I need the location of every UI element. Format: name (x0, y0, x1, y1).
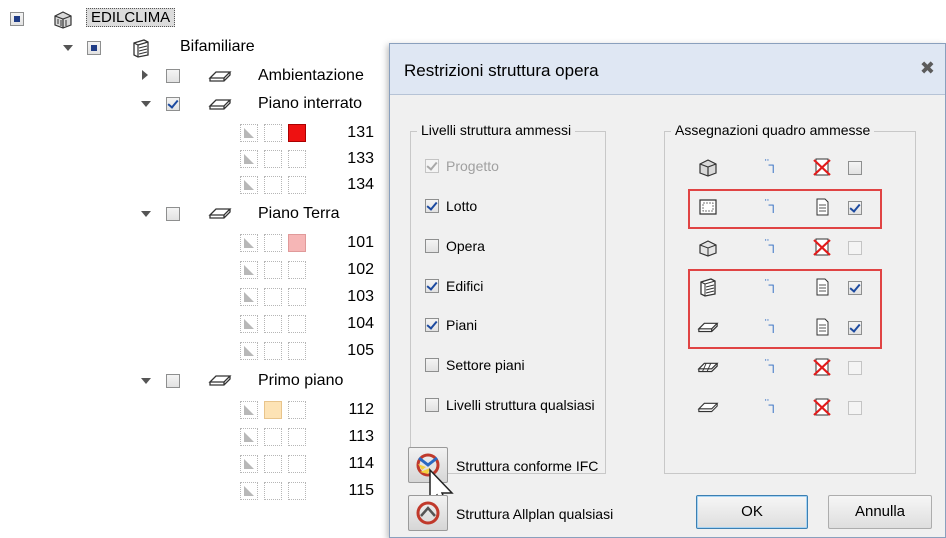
dialog-title: Restrizioni struttura opera (404, 61, 599, 80)
floor-icon (208, 375, 232, 386)
level-label[interactable]: Opera (446, 238, 485, 254)
room-status-icons (240, 342, 308, 360)
structure-tree: EDILCLIMA Bifamiliare Ambientazione Pian… (0, 0, 389, 538)
room-status-icons (240, 401, 308, 419)
room-status-icons (240, 482, 308, 500)
allplan-icon (416, 501, 440, 525)
room-number[interactable]: 114 (334, 455, 374, 473)
tree-floor-label[interactable]: Primo piano (258, 372, 343, 390)
level-label[interactable]: Livelli struttura qualsiasi (446, 397, 595, 413)
room-status-icons (240, 234, 308, 252)
room-status-icons (240, 150, 308, 168)
room-number[interactable]: 101 (334, 234, 374, 252)
tree-building-label[interactable]: Bifamiliare (180, 38, 255, 56)
room-number[interactable]: 113 (334, 428, 374, 446)
tree-floor-label[interactable]: Piano interrato (258, 95, 362, 113)
expand-arrow-icon[interactable] (141, 211, 151, 217)
assign-checkbox (848, 401, 862, 415)
level-checkbox-edifici[interactable] (425, 279, 439, 293)
root-checkbox[interactable] (10, 12, 24, 26)
levels-group-label: Livelli struttura ammessi (417, 122, 576, 138)
floor-sector-icon (697, 362, 719, 373)
tree-floor-label[interactable]: Ambientazione (258, 67, 364, 85)
project-icon (54, 11, 72, 29)
assign-checkbox[interactable] (848, 161, 862, 175)
room-status-icons (240, 176, 308, 194)
allplan-structure-label[interactable]: Struttura Allplan qualsiasi (456, 506, 613, 522)
project-icon (699, 159, 717, 177)
room-status-icons (240, 315, 308, 333)
level-label[interactable]: Lotto (446, 198, 477, 214)
floor-icon (208, 99, 232, 110)
room-number[interactable]: 103 (334, 288, 374, 306)
level-label[interactable]: Edifici (446, 278, 483, 294)
level-label[interactable]: Settore piani (446, 357, 525, 373)
dialog-titlebar[interactable]: Restrizioni struttura opera ✖ (390, 44, 945, 95)
assign-arrow-icon: ˙˙┐ (764, 357, 778, 372)
room-number[interactable]: 133 (334, 150, 374, 168)
expand-arrow-icon[interactable] (141, 378, 151, 384)
work-icon (699, 240, 717, 257)
level-checkbox-progetto (425, 159, 439, 173)
room-status-icons (240, 124, 308, 142)
allplan-structure-button[interactable] (408, 495, 448, 531)
floor-checkbox-primo-piano[interactable] (166, 374, 180, 388)
level-checkbox-settore-piani[interactable] (425, 358, 439, 372)
room-status-icons (240, 428, 308, 446)
tree-floor-label[interactable]: Piano Terra (258, 205, 340, 223)
close-icon[interactable]: ✖ (920, 58, 935, 79)
building-icon (133, 39, 149, 58)
assign-arrow-icon: ˙˙┐ (764, 397, 778, 412)
building-checkbox[interactable] (87, 41, 101, 55)
assign-arrow-icon: ˙˙┐ (764, 157, 778, 172)
assign-checkbox (848, 361, 862, 375)
level-label[interactable]: Piani (446, 317, 477, 333)
room-number[interactable]: 115 (334, 482, 374, 500)
cancel-button[interactable]: Annulla (828, 495, 932, 529)
level-checkbox-qualsiasi[interactable] (425, 398, 439, 412)
room-number[interactable]: 112 (334, 401, 374, 419)
expand-arrow-icon[interactable] (63, 45, 73, 51)
room-status-icons (240, 455, 308, 473)
floor-checkbox-ambientazione[interactable] (166, 69, 180, 83)
levels-groupbox: Livelli struttura ammessi (410, 122, 606, 474)
floor-icon (208, 71, 232, 82)
room-number[interactable]: 105 (334, 342, 374, 360)
assign-group-label: Assegnazioni quadro ammesse (671, 122, 875, 138)
generic-level-icon (697, 402, 719, 413)
forbidden-icon (813, 158, 831, 176)
forbidden-icon (813, 238, 831, 256)
ok-button[interactable]: OK (696, 495, 808, 529)
room-number[interactable]: 131 (334, 124, 374, 142)
room-number[interactable]: 134 (334, 176, 374, 194)
level-checkbox-opera[interactable] (425, 239, 439, 253)
assign-arrow-icon: ˙˙┐ (764, 237, 778, 252)
highlight-box-lot (688, 189, 882, 229)
forbidden-icon (813, 398, 831, 416)
floor-checkbox-piano-interrato[interactable] (166, 97, 180, 111)
restrictions-dialog: Restrizioni struttura opera ✖ Livelli st… (389, 43, 946, 538)
assign-checkbox (848, 241, 862, 255)
room-number[interactable]: 104 (334, 315, 374, 333)
room-number[interactable]: 102 (334, 261, 374, 279)
floor-checkbox-piano-terra[interactable] (166, 207, 180, 221)
room-status-icons (240, 261, 308, 279)
highlight-box-building-floor (688, 269, 882, 349)
level-checkbox-lotto[interactable] (425, 199, 439, 213)
floor-icon (208, 208, 232, 219)
forbidden-icon (813, 358, 831, 376)
level-checkbox-piani[interactable] (425, 318, 439, 332)
tree-root-label[interactable]: EDILCLIMA (86, 8, 176, 27)
expand-arrow-icon[interactable] (142, 70, 148, 80)
expand-arrow-icon[interactable] (141, 101, 151, 107)
level-label: Progetto (446, 158, 499, 174)
ifc-structure-label[interactable]: Struttura conforme IFC (456, 458, 598, 474)
room-status-icons (240, 288, 308, 306)
